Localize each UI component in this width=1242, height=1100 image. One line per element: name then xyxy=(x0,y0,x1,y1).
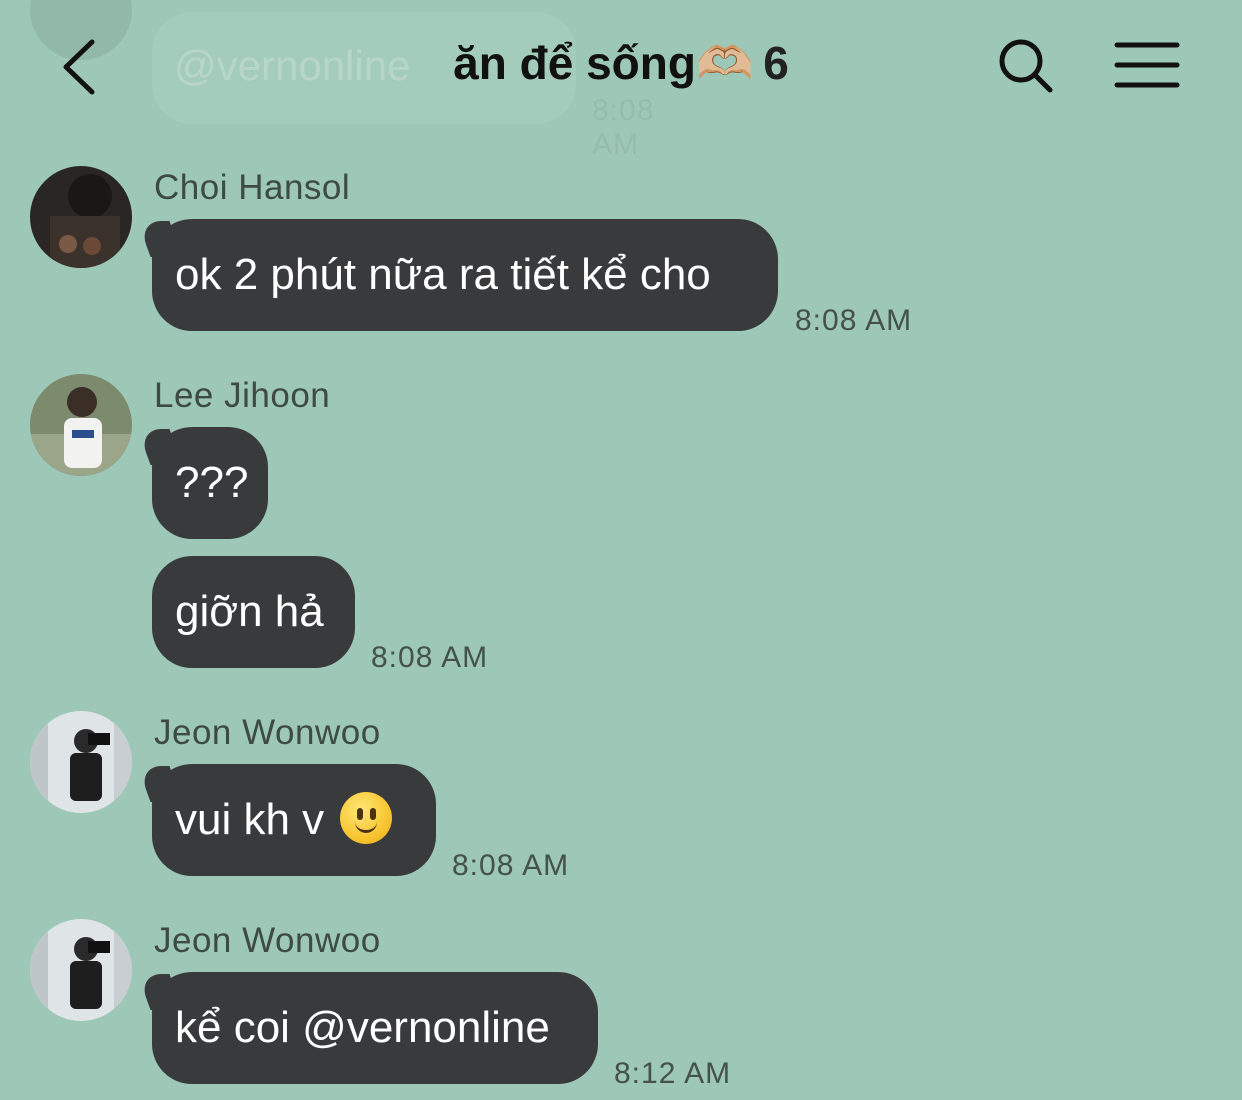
slightly-smiling-face-icon xyxy=(340,792,393,845)
message-bubble[interactable]: ok 2 phút nữa ra tiết kể cho xyxy=(152,219,778,331)
message-bubble[interactable]: kể coi @vernonline xyxy=(152,972,598,1084)
search-icon[interactable] xyxy=(996,36,1056,96)
sender-name: Choi Hansol xyxy=(154,168,351,207)
sender-name: Jeon Wonwoo xyxy=(154,713,381,752)
message-bubble[interactable]: giỡn hả xyxy=(152,556,355,668)
message-time: 8:08 AM xyxy=(452,849,570,882)
member-count: 6 xyxy=(763,37,789,89)
message-bubble[interactable]: vui kh v xyxy=(152,764,436,876)
avatar[interactable] xyxy=(30,166,132,268)
avatar[interactable] xyxy=(30,374,132,476)
avatar[interactable] xyxy=(30,711,132,813)
message-time: 8:08 AM xyxy=(371,641,489,674)
chat-header: ăn để sống🫶🏼 6 xyxy=(0,0,1242,135)
message-time: 8:08 AM xyxy=(795,304,913,337)
message-text: ??? xyxy=(175,458,249,507)
message-text: ok 2 phút nữa ra tiết kể cho xyxy=(175,250,711,299)
menu-icon[interactable] xyxy=(1114,40,1180,90)
group-name: ăn để sống🫶🏼 xyxy=(453,37,754,89)
message-time: 8:12 AM xyxy=(614,1057,732,1090)
message-bubble[interactable]: ??? xyxy=(152,427,268,539)
sender-name: Lee Jihoon xyxy=(154,376,331,415)
avatar[interactable] xyxy=(30,919,132,1021)
message-text: vui kh v xyxy=(175,795,325,844)
sender-name: Jeon Wonwoo xyxy=(154,921,381,960)
message-text: kể coi @vernonline xyxy=(175,1003,550,1052)
message-text: giỡn hả xyxy=(175,587,324,636)
